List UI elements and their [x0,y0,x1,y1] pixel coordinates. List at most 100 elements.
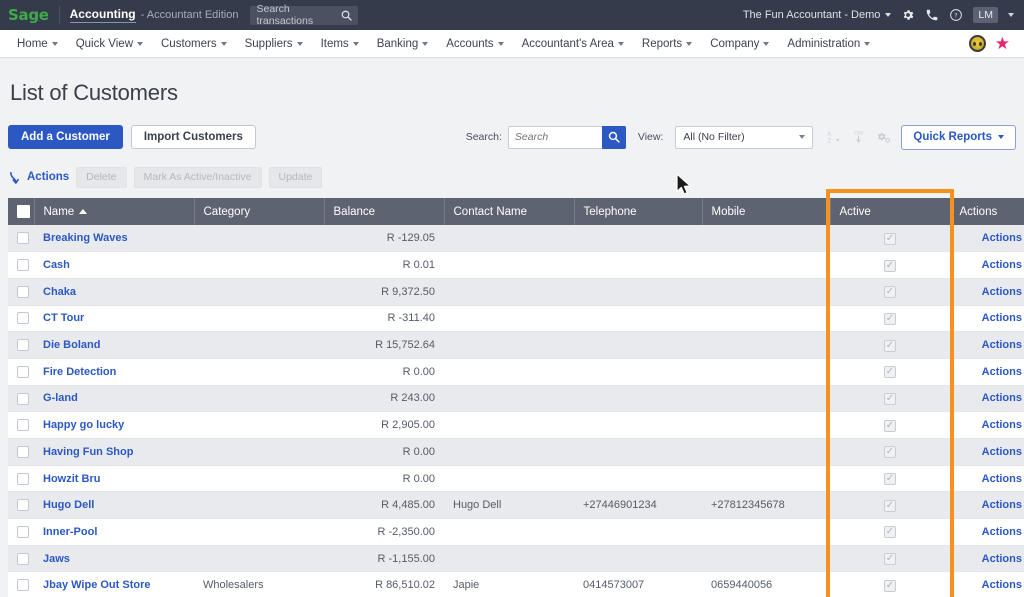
customer-link[interactable]: Having Fun Shop [43,446,133,458]
row-select-cell[interactable] [8,412,34,439]
customer-link[interactable]: Fire Detection [43,366,116,378]
menu-item-reports[interactable]: Reports [633,30,701,57]
csv-download-icon[interactable]: CSV [851,129,866,145]
header-active[interactable]: Active [830,198,950,225]
row-select-cell[interactable] [8,492,34,519]
table-row[interactable]: CashR 0.01✓Actions [8,252,1024,279]
row-actions-menu[interactable]: Actions [982,526,1024,538]
row-actions-menu[interactable]: Actions [982,579,1024,591]
row-select-cell[interactable] [8,278,34,305]
update-button[interactable]: Update [269,167,323,188]
row-select-cell[interactable] [8,519,34,546]
customer-link[interactable]: Cash [43,259,70,271]
table-row[interactable]: Breaking WavesR -129.05✓Actions [8,225,1024,252]
grid-settings-gear-icon[interactable] [875,130,891,145]
row-actions-menu[interactable]: Actions [982,232,1024,244]
customer-link[interactable]: Chaka [43,286,76,298]
mark-active-inactive-button[interactable]: Mark As Active/Inactive [134,167,262,188]
menu-item-accountants-area[interactable]: Accountant's Area [513,30,633,57]
gear-icon[interactable] [901,8,915,22]
customer-link[interactable]: Hugo Dell [43,499,94,511]
row-actions-menu[interactable]: Actions [982,473,1024,485]
row-checkbox[interactable] [17,473,29,485]
sage-logo[interactable]: Sage [8,6,59,24]
add-customer-button[interactable]: Add a Customer [8,125,123,149]
row-actions-menu[interactable]: Actions [982,419,1024,431]
avatar[interactable]: LM [973,7,998,23]
row-select-cell[interactable] [8,358,34,385]
row-select-cell[interactable] [8,332,34,359]
row-select-cell[interactable] [8,385,34,412]
row-select-cell[interactable] [8,572,34,597]
header-telephone[interactable]: Telephone [574,198,702,225]
customer-link[interactable]: Jaws [43,553,70,565]
table-row[interactable]: Inner-PoolR -2,350.00✓Actions [8,519,1024,546]
menu-item-home[interactable]: Home [8,30,67,57]
customer-link[interactable]: Breaking Waves [43,232,128,244]
search-input[interactable] [508,126,602,149]
row-checkbox[interactable] [17,553,29,565]
row-select-cell[interactable] [8,545,34,572]
row-select-cell[interactable] [8,439,34,466]
table-row[interactable]: Having Fun ShopR 0.00✓Actions [8,439,1024,466]
row-checkbox[interactable] [17,499,29,511]
header-name[interactable]: Name [34,198,194,225]
menu-item-accounts[interactable]: Accounts [437,30,512,57]
import-customers-button[interactable]: Import Customers [131,125,256,149]
row-checkbox[interactable] [17,446,29,458]
row-select-cell[interactable] [8,252,34,279]
customer-link[interactable]: Jbay Wipe Out Store [43,579,150,591]
row-checkbox[interactable] [17,286,29,298]
row-checkbox[interactable] [17,232,29,244]
customer-link[interactable]: Die Boland [43,339,100,351]
search-button[interactable] [602,126,626,149]
row-actions-menu[interactable]: Actions [982,366,1024,378]
row-checkbox[interactable] [17,312,29,324]
row-checkbox[interactable] [17,526,29,538]
customer-link[interactable]: Inner-Pool [43,526,97,538]
row-actions-menu[interactable]: Actions [982,312,1024,324]
row-checkbox[interactable] [17,259,29,271]
row-actions-menu[interactable]: Actions [982,339,1024,351]
row-checkbox[interactable] [17,339,29,351]
header-select-all[interactable] [8,198,34,225]
customer-link[interactable]: CT Tour [43,312,84,324]
row-actions-menu[interactable]: Actions [982,499,1024,511]
row-actions-menu[interactable]: Actions [982,286,1024,298]
menu-item-administration[interactable]: Administration [778,30,879,57]
avatar-chevron-down-icon[interactable] [1008,13,1014,17]
header-balance[interactable]: Balance [324,198,444,225]
table-row[interactable]: Happy go luckyR 2,905.00✓Actions [8,412,1024,439]
table-row[interactable]: G-landR 243.00✓Actions [8,385,1024,412]
select-all-checkbox[interactable] [17,205,30,218]
app-name[interactable]: Accounting [70,7,136,23]
row-actions-menu[interactable]: Actions [982,392,1024,404]
row-actions-menu[interactable]: Actions [982,446,1024,458]
row-actions-menu[interactable]: Actions [982,259,1024,271]
table-row[interactable]: Hugo DellR 4,485.00Hugo Dell+27446901234… [8,492,1024,519]
menu-item-quick-view[interactable]: Quick View [67,30,152,57]
menu-item-suppliers[interactable]: Suppliers [236,30,312,57]
table-row[interactable]: Fire DetectionR 0.00✓Actions [8,358,1024,385]
row-select-cell[interactable] [8,465,34,492]
view-filter-select[interactable]: All (No Filter) [675,126,813,149]
row-checkbox[interactable] [17,579,29,591]
table-row[interactable]: Die BolandR 15,752.64✓Actions [8,332,1024,359]
row-select-cell[interactable] [8,225,34,252]
menu-item-company[interactable]: Company [701,30,778,57]
table-row[interactable]: JawsR -1,155.00✓Actions [8,545,1024,572]
table-row[interactable]: ChakaR 9,372.50✓Actions [8,278,1024,305]
header-mobile[interactable]: Mobile [702,198,830,225]
header-contact-name[interactable]: Contact Name [444,198,574,225]
company-selector[interactable]: The Fun Accountant - Demo [743,9,892,21]
delete-button[interactable]: Delete [76,167,126,188]
customer-link[interactable]: G-land [43,392,78,404]
menu-item-banking[interactable]: Banking [368,30,438,57]
customer-link[interactable]: Happy go lucky [43,419,124,431]
menu-item-items[interactable]: Items [312,30,368,57]
row-select-cell[interactable] [8,305,34,332]
help-icon[interactable]: ? [949,8,963,22]
quick-reports-button[interactable]: Quick Reports [901,125,1016,150]
smiley-badge-icon[interactable] [969,35,986,52]
row-actions-menu[interactable]: Actions [982,553,1024,565]
